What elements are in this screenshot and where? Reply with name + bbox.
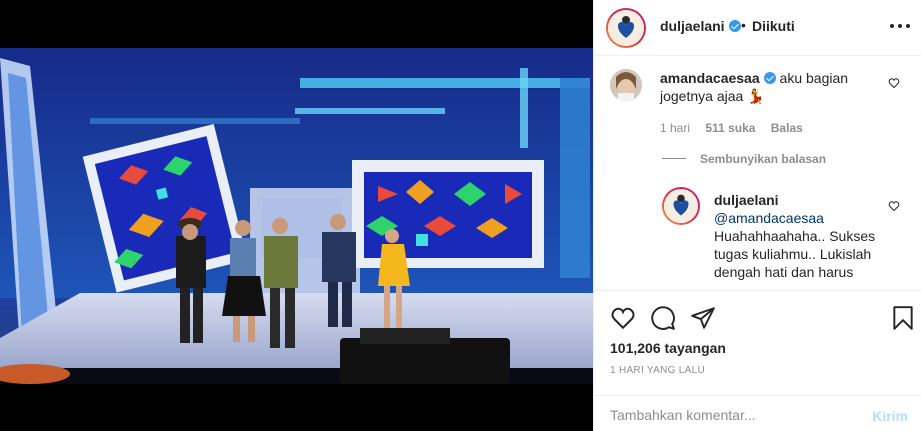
comment-input[interactable]: [610, 407, 860, 423]
verified-badge-icon: [728, 20, 741, 32]
comment-icon[interactable]: [650, 305, 676, 331]
comment-username[interactable]: amandacaesaa: [660, 70, 760, 86]
post-actions: 101,206 tayangan 1 HARI YANG LALU: [594, 290, 921, 386]
post-date[interactable]: 1 HARI YANG LALU: [610, 365, 705, 376]
commenter-photo: [610, 69, 642, 101]
bookmark-icon[interactable]: [890, 305, 916, 331]
author-username-text[interactable]: duljaelani: [660, 18, 725, 34]
post-side-panel: duljaelani • Diikuti amandacaesaa aku ba…: [593, 0, 921, 431]
reply-username[interactable]: duljaelani: [714, 192, 779, 208]
share-icon[interactable]: [690, 305, 716, 331]
post-comment-button[interactable]: Kirim: [872, 408, 908, 424]
follow-status-button[interactable]: Diikuti: [752, 18, 795, 34]
more-options-icon[interactable]: [890, 24, 910, 30]
view-count[interactable]: 101,206 tayangan: [610, 340, 726, 356]
comment-time[interactable]: 1 hari: [660, 121, 690, 135]
comments-list[interactable]: amandacaesaa aku bagian jogetnya ajaa 💃 …: [594, 57, 921, 289]
heart-icon[interactable]: [610, 305, 636, 331]
reply-text: Huahahhaahaha.. Sukses tugas kuliahmu.. …: [714, 228, 876, 280]
reply-body: duljaelani @amandacaesaa Huahahhaahaha..…: [714, 191, 889, 281]
verified-badge-icon: [763, 72, 776, 84]
comment-body: amandacaesaa aku bagian jogetnya ajaa 💃: [660, 69, 880, 105]
reply-mention[interactable]: @amandacaesaa: [714, 210, 824, 226]
add-comment-bar: Kirim: [594, 395, 921, 431]
post-header: duljaelani • Diikuti: [594, 0, 921, 56]
reply-author-avatar[interactable]: [662, 187, 700, 225]
comment-like-heart-icon[interactable]: [888, 77, 900, 89]
author-username[interactable]: duljaelani: [660, 18, 741, 34]
comment-likes[interactable]: 511 suka: [705, 121, 755, 135]
separator-dot: •: [741, 17, 746, 33]
post-media[interactable]: [0, 0, 593, 431]
heart-logo-icon: [618, 16, 634, 38]
hide-replies-button[interactable]: Sembunyikan balasan: [700, 152, 826, 166]
video-frame: [0, 48, 593, 384]
video-player[interactable]: [0, 48, 593, 384]
reply-button[interactable]: Balas: [771, 121, 803, 135]
reply-like-heart-icon[interactable]: [888, 200, 900, 212]
author-avatar[interactable]: [606, 8, 646, 48]
heart-logo-icon: [673, 194, 689, 216]
hide-replies-divider: [662, 158, 686, 159]
commenter-avatar[interactable]: [610, 69, 642, 101]
comment-meta: 1 hari 511 suka Balas: [660, 121, 815, 135]
